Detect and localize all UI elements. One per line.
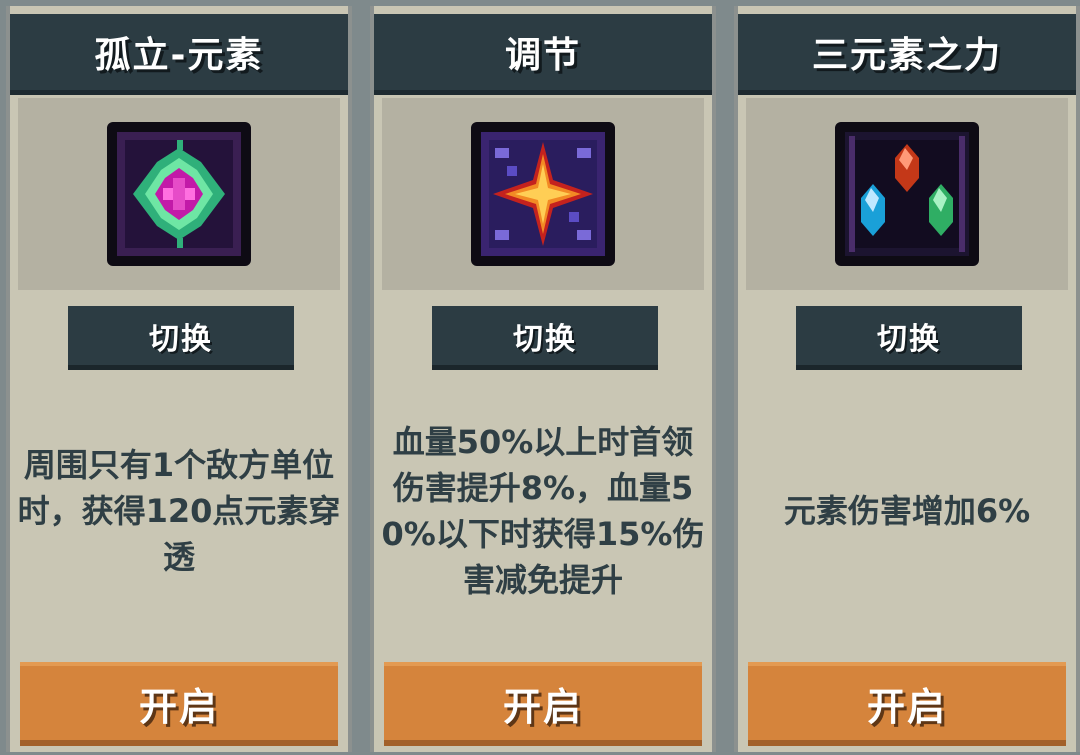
card-description: 血量50%以上时首领伤害提升8%，血量50%以下时获得15%伤害减免提升: [381, 423, 705, 599]
open-button[interactable]: 开启: [20, 662, 338, 746]
icon-panel: [746, 98, 1068, 290]
icon-panel: [382, 98, 704, 290]
green-pink-gem-icon: [107, 122, 251, 266]
card-description: 元素伤害增加6%: [783, 492, 1031, 530]
switch-button[interactable]: 切换: [432, 306, 658, 370]
open-button[interactable]: 开启: [748, 662, 1066, 746]
switch-button[interactable]: 切换: [796, 306, 1022, 370]
open-button[interactable]: 开启: [384, 662, 702, 746]
talent-card-3: 三元素之力 切换 元素伤害增加6% 开启: [734, 6, 1080, 752]
icon-panel: [18, 98, 340, 290]
three-crystals-icon: [835, 122, 979, 266]
card-title: 孤立-元素: [10, 14, 348, 95]
card-title: 调节: [374, 14, 712, 95]
card-title: 三元素之力: [738, 14, 1076, 95]
talent-card-1: 孤立-元素 切换 周围只有1个敌方单位时，获得120点元素穿透 开启: [6, 6, 352, 752]
switch-button[interactable]: 切换: [68, 306, 294, 370]
golden-star-icon: [471, 122, 615, 266]
card-description: 周围只有1个敌方单位时，获得120点元素穿透: [17, 446, 341, 576]
talent-card-2: 调节 切换 血量50%以上时首领伤害提升8%，血量50%以下时获得15%伤害减免…: [370, 6, 716, 752]
